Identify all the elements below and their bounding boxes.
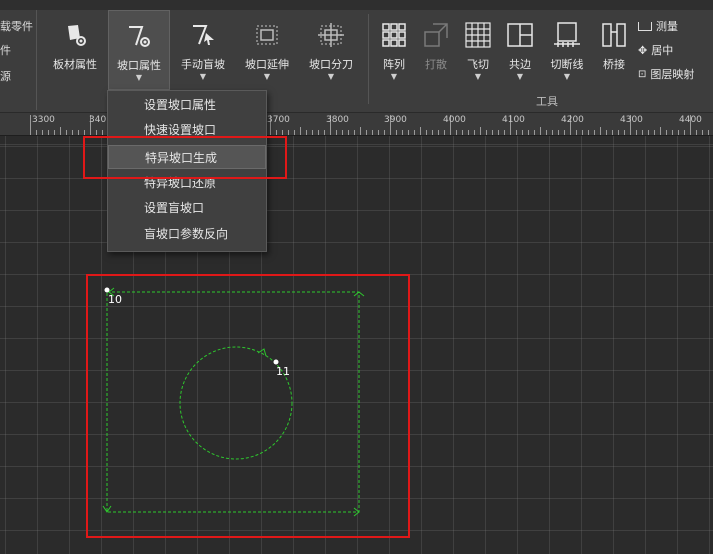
menu-item-set-blind-bevel[interactable]: 设置盲坡口 (108, 196, 266, 220)
highlight-box-menu-item (83, 136, 287, 179)
highlight-box-parts (86, 274, 410, 538)
menu-item-blind-bevel-reverse[interactable]: 盲坡口参数反向 (108, 222, 266, 246)
menu-item-set-bevel-property[interactable]: 设置坡口属性 (108, 93, 266, 117)
